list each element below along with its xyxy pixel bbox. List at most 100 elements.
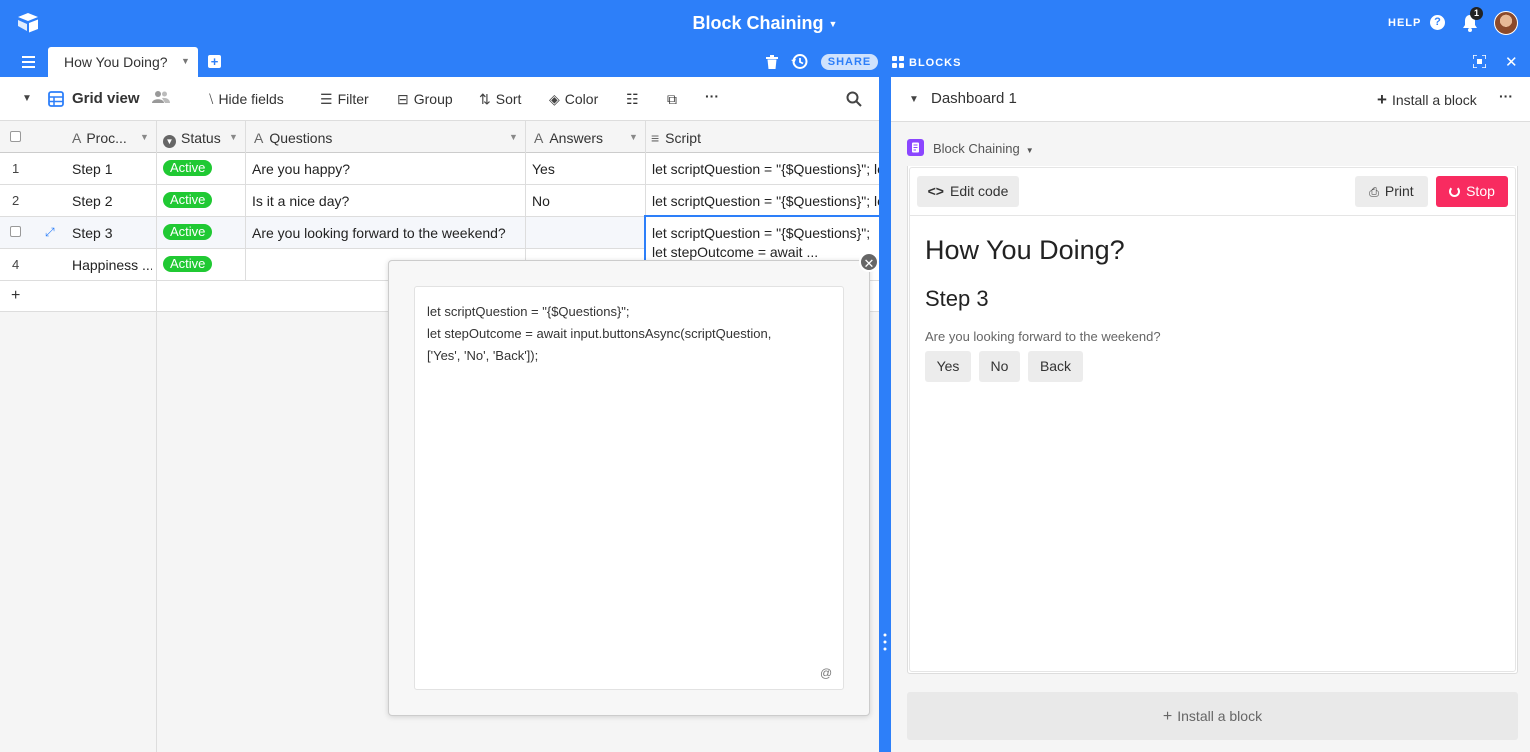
long-text-icon: ≡ — [651, 130, 660, 146]
cell-question[interactable]: Are you happy? — [252, 161, 520, 177]
cell-answer[interactable]: No — [532, 193, 640, 209]
answer-no-button[interactable]: No — [979, 351, 1020, 382]
row-number: 2 — [12, 193, 20, 208]
cell-status[interactable]: Active — [163, 224, 213, 240]
output-question: Are you looking forward to the weekend? — [925, 329, 1161, 344]
status-badge: Active — [163, 160, 213, 176]
print-button[interactable]: ⎙ Print — [1355, 176, 1428, 207]
cell-status[interactable]: Active — [163, 160, 213, 176]
mention-icon[interactable]: @ — [820, 666, 832, 680]
divider — [909, 215, 1516, 216]
close-icon[interactable]: ✕ — [1505, 53, 1518, 71]
menu-icon[interactable] — [22, 56, 35, 68]
cell-answer[interactable]: Yes — [532, 161, 640, 177]
answer-yes-button[interactable]: Yes — [925, 351, 971, 382]
edit-code-button[interactable]: <> Edit code — [917, 176, 1019, 207]
color-label: Color — [564, 91, 599, 107]
add-table-icon[interactable]: + — [208, 55, 221, 68]
cell-process[interactable]: Step 2 — [72, 193, 152, 209]
tab-label[interactable]: How You Doing? — [64, 54, 168, 70]
tab-how-you-doing[interactable]: How You Doing? ▼ — [48, 47, 198, 77]
cell-script-line1: let scriptQuestion = "{$Questions}"; — [652, 225, 871, 241]
column-header-answers[interactable]: A Answers — [534, 130, 603, 146]
column-header-script[interactable]: ≡ Script — [651, 130, 701, 146]
eye-slash-icon: ⧵ — [209, 91, 214, 107]
collaborators-icon[interactable] — [152, 90, 170, 104]
cell-status[interactable]: Active — [163, 256, 213, 272]
chevron-down-icon: ▼ — [1025, 146, 1034, 155]
spinner-icon — [1449, 186, 1461, 197]
cell-question[interactable]: Is it a nice day? — [252, 193, 520, 209]
trash-icon[interactable] — [766, 55, 778, 69]
cell-process[interactable]: Step 1 — [72, 161, 152, 177]
column-label: Answers — [549, 130, 604, 146]
share-button[interactable]: SHARE — [821, 54, 878, 70]
history-icon[interactable] — [791, 53, 808, 70]
chevron-down-icon[interactable]: ▼ — [909, 94, 919, 105]
chevron-down-icon[interactable]: ▼ — [140, 132, 149, 142]
stop-button[interactable]: Stop — [1436, 176, 1508, 207]
row-checkbox[interactable] — [10, 226, 21, 237]
chevron-down-icon[interactable]: ▼ — [509, 132, 518, 142]
cell-question[interactable]: Are you looking forward to the weekend? — [252, 225, 524, 241]
cell-script[interactable]: let scriptQuestion = "{$Questions}"; le — [652, 193, 879, 209]
cell-process[interactable]: Happiness ... — [72, 257, 152, 273]
select-all-checkbox[interactable] — [10, 131, 21, 142]
install-block-button[interactable]: + Install a block — [1377, 90, 1477, 110]
drag-handle-icon[interactable] — [883, 632, 887, 652]
help-icon[interactable]: ? — [1430, 15, 1445, 30]
help-link[interactable]: HELP — [1388, 17, 1421, 29]
output-title: How You Doing? — [925, 235, 1125, 265]
chevron-down-icon[interactable]: ▼ — [629, 132, 638, 142]
blocks-label[interactable]: BLOCKS — [909, 57, 961, 69]
add-record-icon[interactable]: + — [11, 287, 20, 305]
hide-fields-button[interactable]: ⧵ Hide fields — [209, 91, 284, 108]
filter-button[interactable]: ☰ Filter — [320, 91, 369, 108]
block-name[interactable]: Block Chaining ▼ — [933, 141, 1034, 156]
cell-process[interactable]: Step 3 — [72, 225, 152, 241]
answer-back-button[interactable]: Back — [1028, 351, 1083, 382]
text-field-icon: A — [72, 130, 82, 146]
cell-script[interactable]: let scriptQuestion = "{$Questions}"; le — [652, 161, 879, 177]
expand-record-icon[interactable]: ⤢ — [45, 225, 55, 240]
group-label: Group — [413, 91, 453, 107]
view-name[interactable]: Grid view — [72, 90, 140, 107]
print-label: Print — [1384, 183, 1414, 199]
blocks-toggle[interactable]: BLOCKS — [892, 56, 961, 69]
fullscreen-icon[interactable] — [1473, 55, 1486, 68]
install-block-bottom-button[interactable]: + Install a block — [907, 692, 1518, 740]
row-height-icon[interactable]: ☷ — [626, 91, 639, 108]
chevron-down-icon[interactable]: ▼ — [181, 56, 190, 66]
more-options-icon[interactable]: ··· — [705, 88, 719, 104]
install-block-label: Install a block — [1177, 708, 1263, 724]
column-header-questions[interactable]: A Questions — [254, 130, 332, 146]
printer-icon: ⎙ — [1369, 185, 1379, 199]
base-title[interactable]: Block Chaining — [693, 13, 824, 33]
sort-button[interactable]: ⇅ Sort — [479, 91, 521, 108]
filter-icon: ☰ — [320, 91, 333, 107]
cell-status[interactable]: Active — [163, 192, 213, 208]
close-icon[interactable]: ✕ — [859, 252, 879, 272]
install-block-label: Install a block — [1391, 92, 1477, 108]
editor-content[interactable]: let scriptQuestion = "{$Questions}"; let… — [427, 301, 827, 367]
row-number: 4 — [12, 257, 20, 272]
column-label: Proc... — [86, 130, 127, 146]
base-title-wrapper[interactable]: Block Chaining ▼ — [0, 13, 1530, 34]
paint-bucket-icon: ◈ — [549, 91, 560, 107]
column-label: Questions — [269, 130, 333, 146]
more-options-icon[interactable]: ··· — [1499, 88, 1513, 104]
color-button[interactable]: ◈ Color — [549, 91, 598, 108]
frozen-divider — [156, 153, 157, 312]
chevron-down-icon[interactable]: ▼ — [22, 93, 32, 104]
avatar[interactable] — [1494, 11, 1518, 35]
column-header-process[interactable]: A Proc... — [72, 130, 127, 146]
share-view-icon[interactable]: ⧉ — [667, 91, 677, 108]
column-header-status[interactable]: ▼ Status — [163, 130, 221, 148]
dashboard-name[interactable]: Dashboard 1 — [931, 90, 1017, 107]
single-select-icon: ▼ — [163, 135, 176, 148]
code-icon: <> — [927, 183, 944, 199]
sort-icon: ⇅ — [479, 91, 491, 107]
search-icon[interactable] — [846, 91, 862, 107]
group-button[interactable]: ⊟ Group — [397, 91, 453, 108]
chevron-down-icon[interactable]: ▼ — [229, 132, 238, 142]
